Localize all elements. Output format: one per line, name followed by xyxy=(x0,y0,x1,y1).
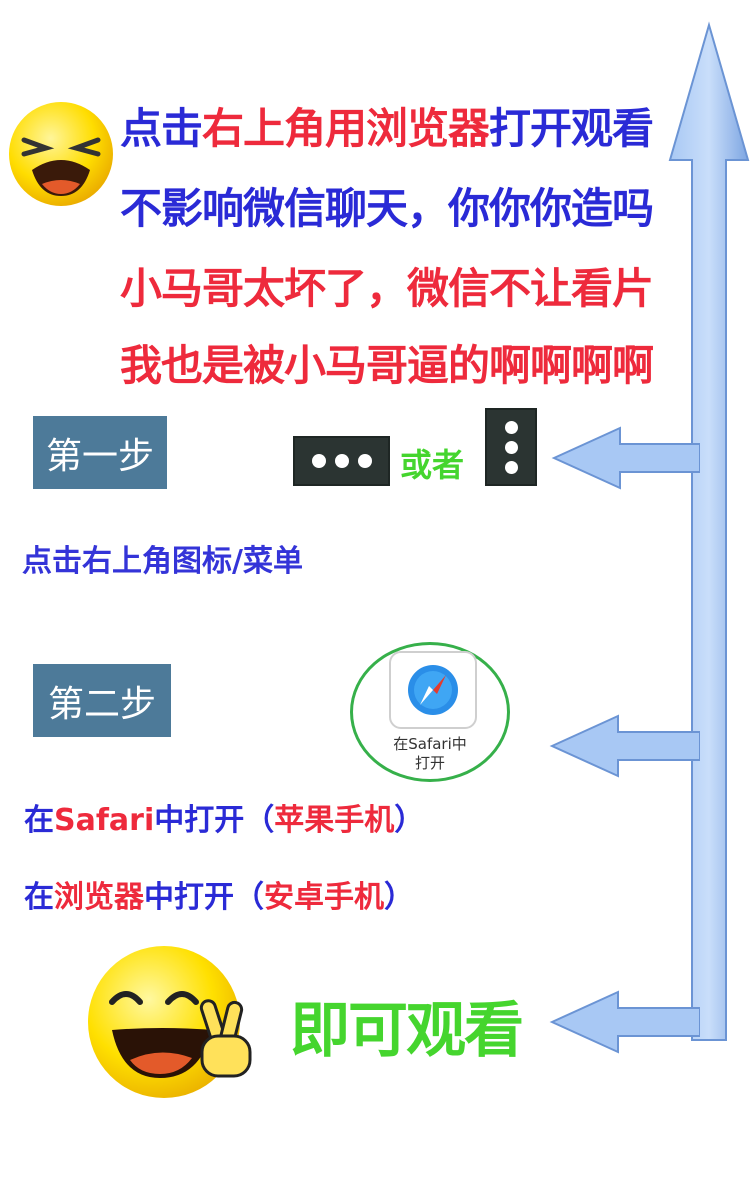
headline-line-3: 小马哥太坏了，微信不让看片 xyxy=(120,264,654,313)
ios-part-5: ） xyxy=(394,803,425,838)
android-part-3: 中打开（ xyxy=(144,880,264,915)
final-text: 即可观看 xyxy=(290,996,524,1066)
more-vertical-icon xyxy=(485,408,537,486)
happy-peace-emoji-icon xyxy=(88,946,252,1098)
headline-4-part-b: 啊啊啊啊 xyxy=(489,341,654,390)
arrow-left-icon xyxy=(549,990,700,1054)
safari-option[interactable]: 在Safari中 打开 xyxy=(350,642,510,782)
more-horizontal-icon xyxy=(293,436,390,486)
arrow-left-icon xyxy=(551,426,700,490)
or-text: 或者 xyxy=(400,446,465,484)
ios-part-3: 中打开（ xyxy=(154,803,275,838)
safari-compass-icon xyxy=(408,665,458,715)
step2-instruction-ios: 在Safari中打开（苹果手机） xyxy=(24,795,424,839)
safari-app-tile xyxy=(389,651,477,729)
crying-emoji-icon xyxy=(9,102,113,206)
headline-line-2: 不影响微信聊天，你你你造吗 xyxy=(120,184,654,233)
ios-part-4: 苹果手机 xyxy=(274,803,395,838)
headline-line-4: 我也是被小马哥逼的啊啊啊啊 xyxy=(120,332,654,393)
headline-1-part-c: 打开观看 xyxy=(489,104,654,153)
headline-1-part-a: 点击 xyxy=(120,104,203,153)
headline-4-part-a: 我也是被小马哥逼的 xyxy=(120,341,490,390)
android-part-5: ） xyxy=(384,880,414,915)
safari-label-1: 在Safari中 xyxy=(393,735,467,753)
android-part-2: 浏览器 xyxy=(54,880,144,915)
arrow-left-icon xyxy=(549,714,700,778)
ios-part-1: 在 xyxy=(24,803,54,838)
headline-line-1: 点击右上角用浏览器打开观看 xyxy=(120,95,654,156)
step1-instruction: 点击右上角图标/菜单 xyxy=(22,544,303,579)
step2-label: 第二步 xyxy=(33,664,171,737)
android-part-1: 在 xyxy=(24,880,54,915)
headline-1-part-b: 右上角用浏览器 xyxy=(202,104,490,153)
android-part-4: 安卓手机 xyxy=(264,880,384,915)
step2-instruction-android: 在浏览器中打开（安卓手机） xyxy=(24,872,414,916)
ios-part-2: Safari xyxy=(54,803,155,838)
arrow-up-icon xyxy=(668,21,750,1041)
step1-label: 第一步 xyxy=(33,416,167,489)
safari-label-2: 打开 xyxy=(414,754,445,772)
